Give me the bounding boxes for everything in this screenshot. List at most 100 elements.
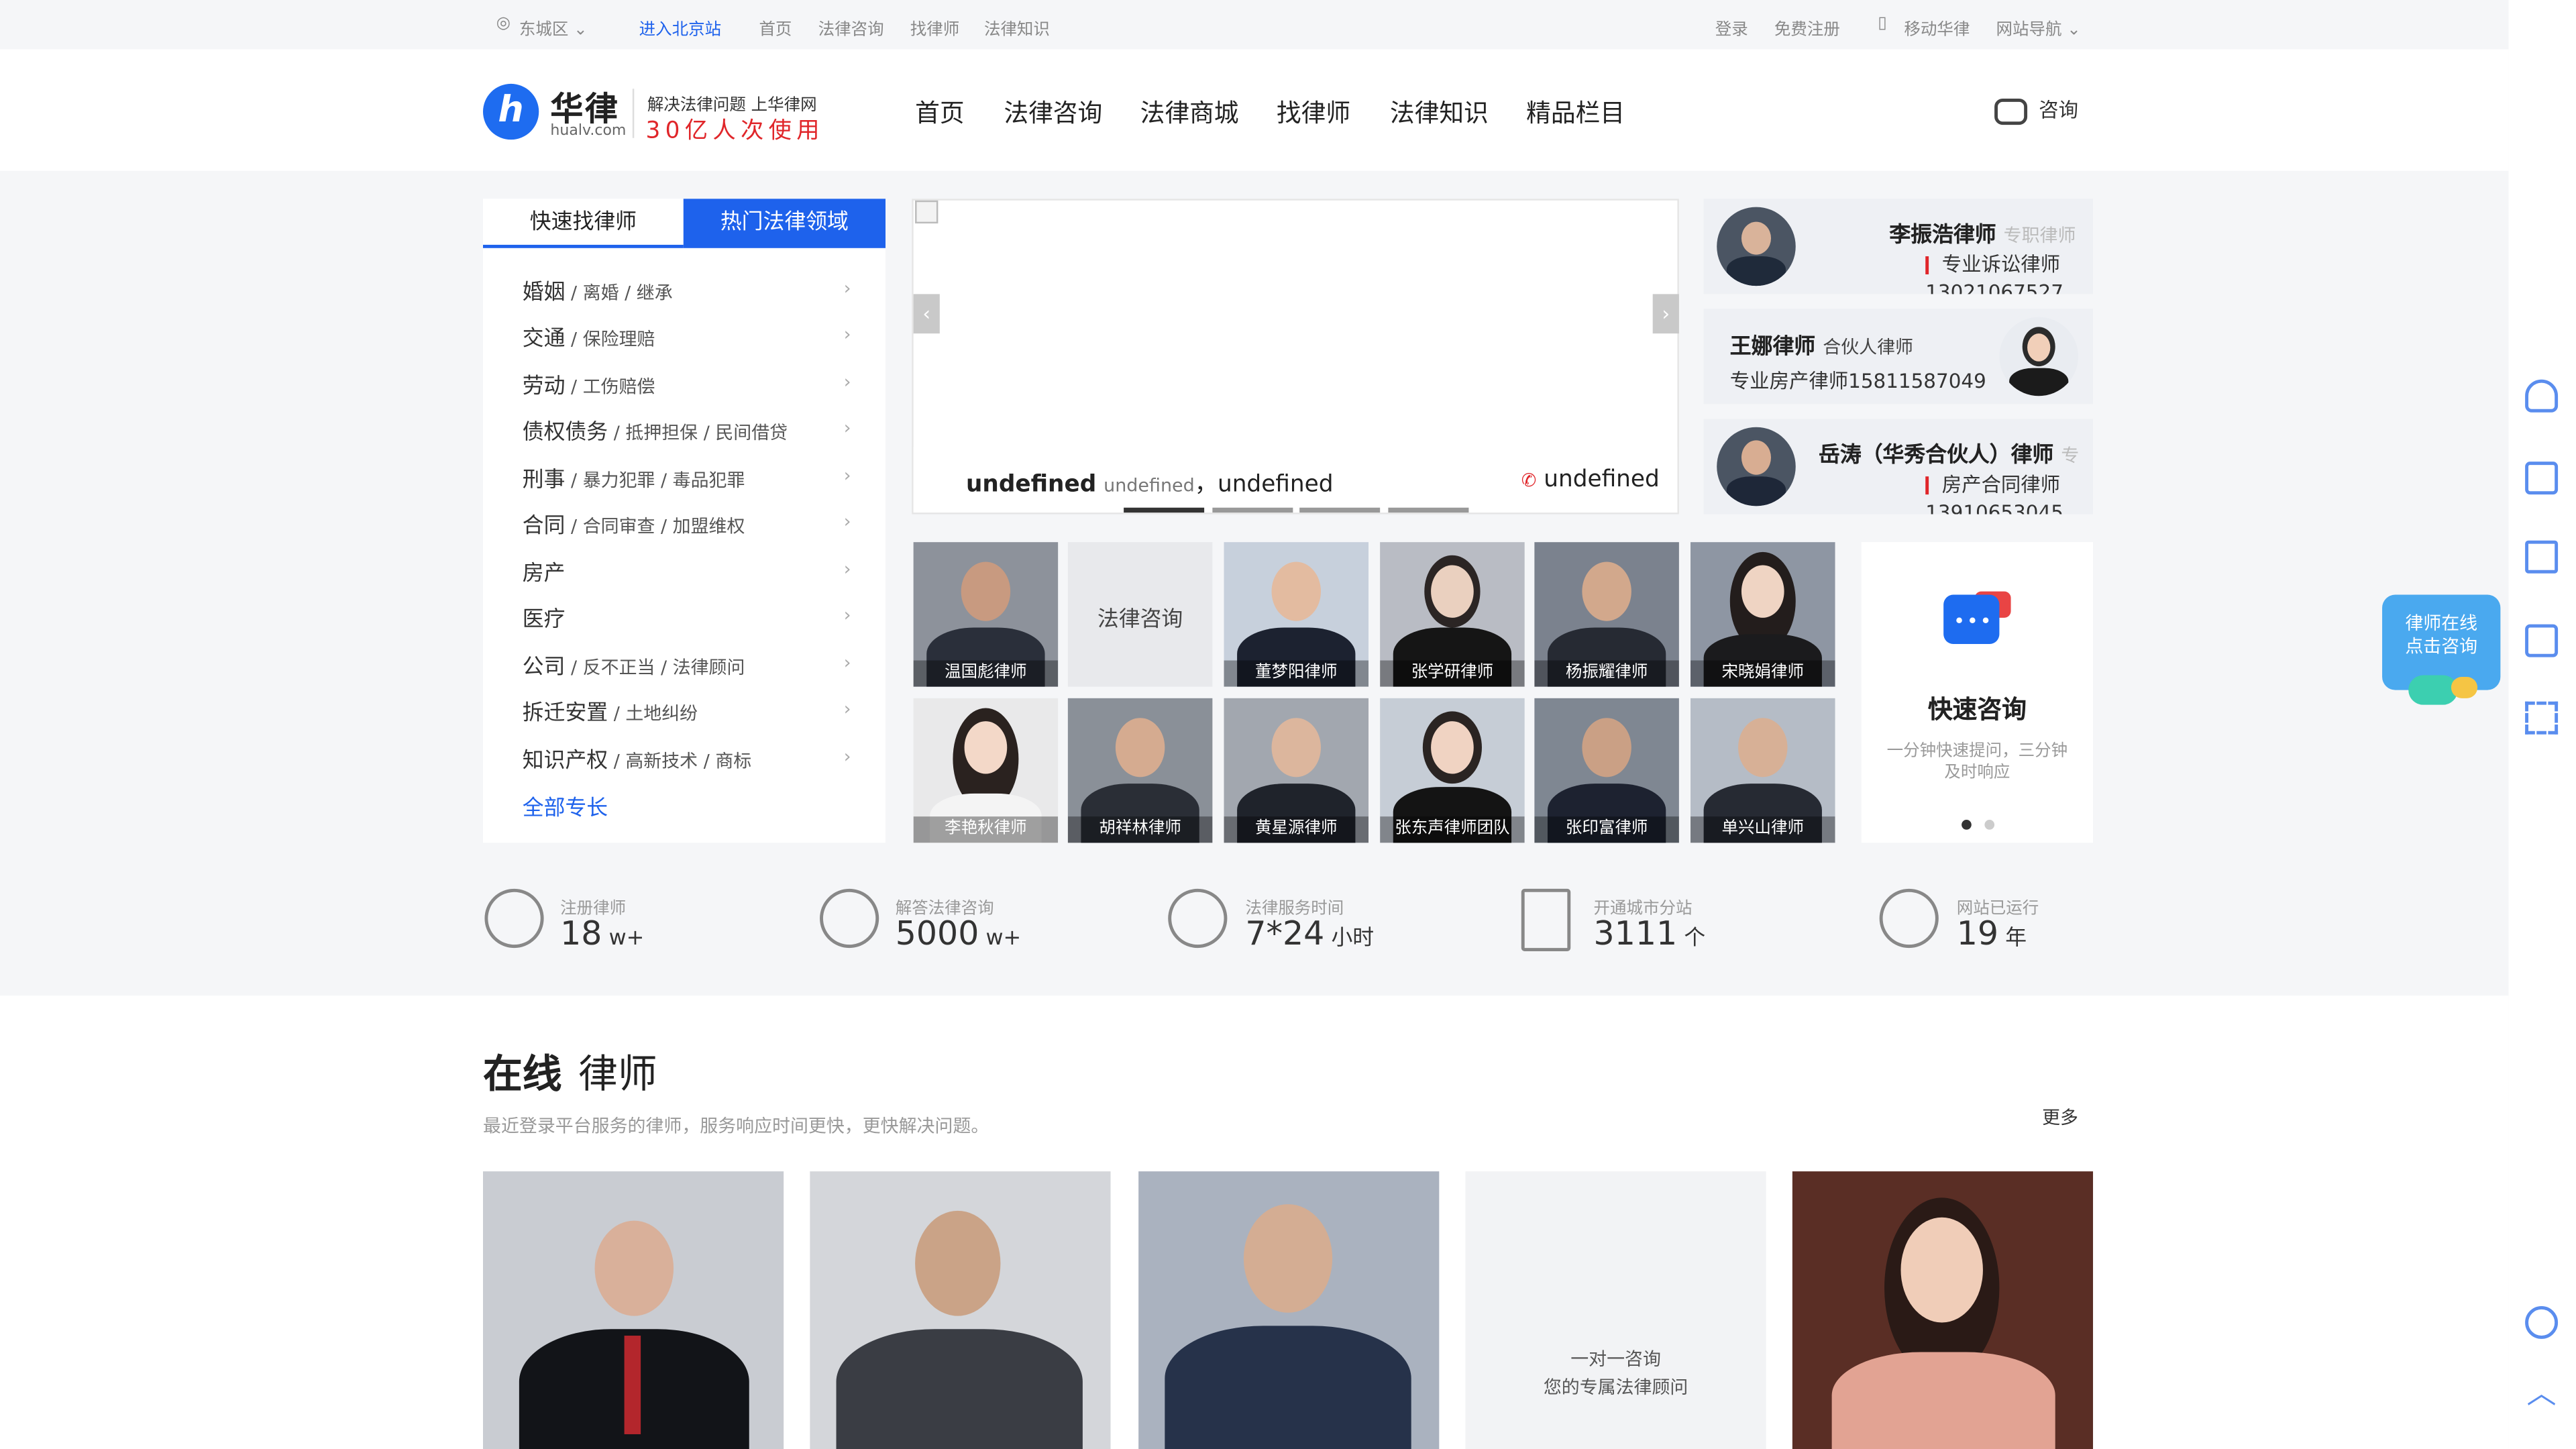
- section-subtitle: 最近登录平台服务的律师，服务响应时间更快，更快解决问题。: [483, 1115, 989, 1137]
- portrait-face: [1271, 718, 1321, 777]
- avatar: [1717, 427, 1796, 506]
- top-utility-bar: ◎ 东城区 ⌄ 进入北京站 首页 法律咨询 找律师 法律知识 登录 免费注册 ▯…: [0, 0, 2509, 50]
- avatar-suit: [1726, 476, 1786, 506]
- carousel-indicator[interactable]: [1212, 507, 1293, 513]
- login-link[interactable]: 登录: [1715, 15, 1748, 40]
- location-pin-icon: ◎: [496, 15, 511, 33]
- category-item[interactable]: 房产 ›: [523, 555, 851, 588]
- category-item[interactable]: 交通 / 保险理赔 ›: [523, 321, 851, 354]
- user-icon[interactable]: [2525, 379, 2559, 413]
- lawyer-tile[interactable]: 张学研律师: [1380, 542, 1525, 687]
- register-link[interactable]: 免费注册: [1774, 15, 1840, 40]
- all-specialties-link[interactable]: 全部专长: [523, 790, 608, 822]
- carousel-indicator[interactable]: [1388, 507, 1469, 513]
- category-item[interactable]: 婚姻 / 离婚 / 继承 ›: [523, 274, 851, 307]
- more-link[interactable]: 更多: [2042, 1104, 2078, 1130]
- pager-dot[interactable]: [1984, 820, 1995, 830]
- one-on-one-consult-card[interactable]: 一对一咨询 您的专属法律顾问: [1465, 1171, 1766, 1449]
- apps-grid-icon[interactable]: [2525, 540, 2559, 574]
- site-nav-dropdown[interactable]: 网站导航 ⌄: [1996, 15, 2081, 40]
- lawyer-tile[interactable]: 黄星源律师: [1224, 698, 1369, 843]
- online-lawyer-card[interactable]: [1138, 1171, 1440, 1449]
- banner-lawyer-name: undefined undefined，undefined: [966, 471, 1334, 498]
- category-item[interactable]: 债权债务 / 抵押担保 / 民间借贷 ›: [523, 414, 851, 447]
- lawyer-tile[interactable]: 李艳秋律师: [913, 698, 1059, 843]
- online-lawyer-card[interactable]: [1792, 1171, 2094, 1449]
- nav-knowledge[interactable]: 法律知识: [1390, 95, 1489, 129]
- category-item[interactable]: 刑事 / 暴力犯罪 / 毒品犯罪 ›: [523, 462, 851, 494]
- portrait-face: [964, 721, 1008, 774]
- avatar-suit: [1726, 256, 1786, 286]
- logo-domain: hualv.com: [550, 123, 627, 140]
- lawyer-tile[interactable]: 杨振耀律师: [1534, 542, 1679, 687]
- site-header: [0, 49, 2509, 171]
- avatar-face: [2027, 333, 2051, 362]
- carousel-prev-button[interactable]: ‹: [913, 294, 940, 334]
- stat-value: 18 w+: [560, 913, 645, 953]
- logo-divider: [632, 89, 635, 138]
- lawyer-tile[interactable]: 张东声律师团队: [1380, 698, 1525, 843]
- help-icon[interactable]: [2525, 1305, 2559, 1339]
- nav-find-lawyer[interactable]: 找律师: [1277, 95, 1350, 129]
- globe-icon: [1879, 888, 1939, 949]
- lawyer-tile[interactable]: 胡祥林律师: [1067, 698, 1213, 843]
- chat-icon: [1994, 97, 2028, 124]
- message-icon[interactable]: [2525, 462, 2559, 495]
- featured-lawyer-card[interactable]: 王娜律师 合伙人律师 专业房产律师15811587049: [1703, 309, 2094, 405]
- consult-tile[interactable]: 法律咨询: [1067, 542, 1213, 687]
- city-station-link[interactable]: 进入北京站: [639, 15, 721, 40]
- back-to-top-icon[interactable]: ︿: [2525, 1379, 2558, 1409]
- nav-home[interactable]: 首页: [915, 95, 965, 129]
- top-link-home[interactable]: 首页: [759, 15, 792, 40]
- stat-value: 7*24 小时: [1245, 913, 1375, 953]
- tab-quick-find[interactable]: 快速找律师: [483, 199, 684, 248]
- lawyer-tile[interactable]: 单兴山律师: [1690, 698, 1835, 843]
- portrait-face: [1741, 565, 1784, 618]
- top-link-find-lawyer[interactable]: 找律师: [910, 15, 959, 40]
- section-title: 在线 律师: [483, 1051, 657, 1097]
- nav-featured[interactable]: 精品栏目: [1526, 95, 1625, 129]
- building-icon: [1521, 888, 1571, 951]
- category-item[interactable]: 拆迁安置 / 土地纠纷 ›: [523, 695, 851, 728]
- header-consult-button[interactable]: 咨询: [1994, 95, 2078, 124]
- category-item[interactable]: 劳动 / 工伤赔偿 ›: [523, 368, 851, 401]
- logo-icon[interactable]: ℎ: [483, 83, 539, 140]
- portrait-face: [1582, 718, 1631, 777]
- online-lawyer-card[interactable]: [810, 1171, 1111, 1449]
- slogan-line2: 30亿人次使用: [645, 118, 824, 145]
- category-item[interactable]: 知识产权 / 高新技术 / 商标 ›: [523, 743, 851, 775]
- lawyer-tile[interactable]: 温国彪律师: [913, 542, 1059, 687]
- featured-lawyer-card[interactable]: 岳涛（华秀合伙人）律师 专 房产合同律师 13910653045: [1703, 419, 2094, 515]
- mobile-icon: ▯: [1878, 15, 1887, 33]
- location-selector[interactable]: 东城区 ⌄: [519, 15, 588, 40]
- chevron-right-icon: ›: [843, 323, 851, 345]
- nav-consult[interactable]: 法律咨询: [1004, 95, 1102, 129]
- clock-icon: [1168, 888, 1228, 949]
- broken-image-icon: [915, 200, 938, 224]
- lawyer-tile[interactable]: 宋晓娟律师: [1690, 542, 1835, 687]
- carousel-next-button[interactable]: ›: [1652, 294, 1679, 334]
- mobile-link[interactable]: 移动华律: [1904, 15, 1970, 40]
- category-item[interactable]: 公司 / 反不正当 / 法律顾问 ›: [523, 649, 851, 682]
- top-link-consult[interactable]: 法律咨询: [818, 15, 884, 40]
- category-item[interactable]: 合同 / 合同审查 / 加盟维权 ›: [523, 508, 851, 541]
- portrait-face: [915, 1210, 1001, 1316]
- chevron-right-icon: ›: [843, 511, 851, 533]
- portrait-face: [961, 561, 1011, 621]
- carousel-indicator[interactable]: [1124, 507, 1205, 513]
- category-item[interactable]: 医疗 ›: [523, 601, 851, 634]
- pager-dot[interactable]: [1962, 820, 1972, 830]
- lawyer-tile[interactable]: 张印富律师: [1534, 698, 1679, 843]
- featured-lawyer-card[interactable]: 李振浩律师 专职律师 专业诉讼律师 13021067527: [1703, 199, 2094, 294]
- chat-icon[interactable]: [2525, 624, 2559, 657]
- chevron-right-icon: ›: [843, 277, 851, 299]
- chat-dots-icon: [820, 888, 879, 949]
- scan-icon[interactable]: [2525, 701, 2559, 735]
- carousel-indicator[interactable]: [1299, 507, 1381, 513]
- lawyer-tile[interactable]: 董梦阳律师: [1224, 542, 1369, 687]
- top-link-knowledge[interactable]: 法律知识: [984, 15, 1050, 40]
- nav-mall[interactable]: 法律商城: [1140, 95, 1239, 129]
- online-lawyer-card[interactable]: [483, 1171, 784, 1449]
- chat-bubble-icon: [2451, 676, 2478, 698]
- tab-hot-fields[interactable]: 热门法律领域: [683, 199, 886, 248]
